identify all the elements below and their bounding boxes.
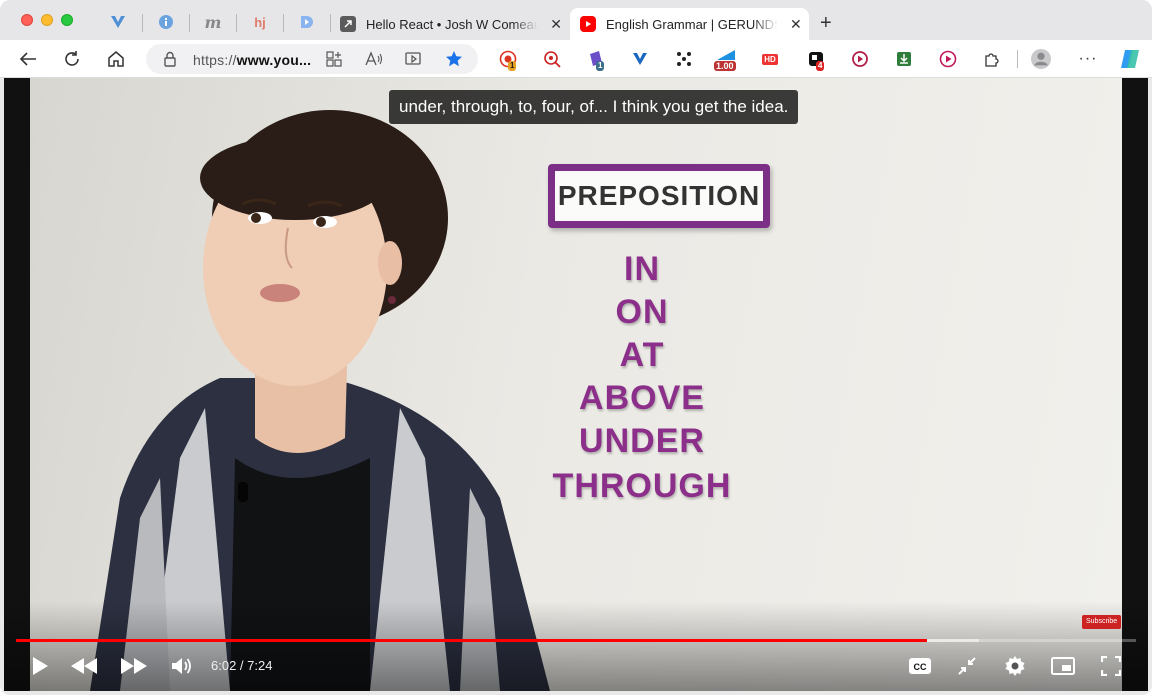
browser-toolbar: https://www.you... 1 1 1.00 HD 4 ··· [0, 40, 1152, 78]
lock-icon[interactable] [160, 49, 180, 69]
reload-icon[interactable] [62, 49, 82, 69]
immersive-reader-icon[interactable] [404, 49, 424, 69]
tab-separator [189, 14, 190, 32]
extension-hd-icon[interactable]: HD [760, 49, 780, 69]
close-window-button[interactable] [21, 14, 33, 26]
playback-speed-badge: 1.00 [714, 61, 736, 71]
new-tab-button[interactable]: + [820, 12, 832, 35]
tab-separator [330, 14, 331, 32]
extension-puzzle-purple-icon[interactable]: 1 [586, 49, 606, 71]
minimize-window-button[interactable] [41, 14, 53, 26]
tab-title: English Grammar | GERUNDS in English [606, 16, 778, 32]
rewind-button[interactable] [68, 654, 100, 678]
url-host: www.you... [236, 52, 312, 68]
hd-label: HD [762, 53, 778, 65]
tab-strip: m hj Hello React • Josh W Comeau ✕ Engli… [0, 0, 1152, 40]
progress-bar[interactable] [16, 639, 1136, 642]
pinned-tab-hj-icon[interactable]: hj [250, 12, 270, 32]
browser-window: m hj Hello React • Josh W Comeau ✕ Engli… [0, 0, 1152, 695]
copilot-icon[interactable] [1118, 49, 1142, 69]
settings-gear-icon[interactable] [1003, 654, 1027, 678]
pinned-tab-vuetify-icon[interactable] [108, 12, 128, 32]
play-button[interactable] [28, 654, 52, 678]
tab-separator [142, 14, 143, 32]
tab-title: Hello React • Josh W Comeau [366, 16, 539, 32]
picture-in-picture-icon[interactable] [1050, 654, 1076, 678]
tab-separator [236, 14, 237, 32]
external-link-icon [340, 16, 356, 32]
svg-text:CC: CC [914, 662, 927, 672]
toolbar-separator [1017, 50, 1018, 68]
preposition-word: THROUGH [552, 467, 732, 505]
preposition-word: ABOVE [579, 379, 705, 417]
back-arrow-icon[interactable] [18, 49, 38, 69]
progress-played [16, 639, 927, 642]
video-caption: under, through, to, four, of... I think … [389, 90, 799, 124]
url-scheme: https:// [193, 52, 237, 68]
preposition-word: AT [619, 336, 665, 374]
close-tab-icon[interactable]: ✕ [790, 16, 802, 33]
extension-badge: 1 [508, 61, 517, 71]
pinned-tab-info-icon[interactable] [156, 12, 176, 32]
extension-record-icon[interactable]: 1 [498, 49, 518, 71]
address-bar[interactable]: https://www.you... [146, 44, 478, 74]
youtube-icon [580, 16, 596, 32]
profile-avatar-icon[interactable] [1031, 49, 1051, 69]
subscribe-label: Subscribe [1086, 618, 1118, 625]
fast-forward-button[interactable] [118, 654, 150, 678]
preposition-word: ON [615, 293, 669, 331]
extension-play-circle-icon[interactable] [938, 49, 958, 69]
video-player[interactable]: under, through, to, four, of... I think … [4, 78, 1148, 691]
preposition-title-box: PREPOSITION [548, 164, 770, 228]
close-tab-icon[interactable]: ✕ [550, 16, 562, 33]
closed-captions-icon[interactable]: CC [907, 654, 933, 678]
extension-badge: 1 [596, 61, 605, 71]
preposition-title: PREPOSITION [557, 180, 761, 211]
maximize-window-button[interactable] [61, 14, 73, 26]
pinned-tab-d-icon[interactable] [297, 12, 317, 32]
video-frame[interactable]: under, through, to, four, of... I think … [30, 78, 1122, 691]
favorite-star-icon[interactable] [444, 49, 464, 69]
tab-separator [283, 14, 284, 32]
extension-download-icon[interactable] [894, 49, 914, 69]
preposition-word: IN [624, 250, 660, 288]
extension-scatter-icon[interactable] [674, 49, 694, 69]
extension-playback-speed-icon[interactable]: 1.00 [712, 49, 740, 71]
extension-video-icon[interactable] [850, 49, 870, 69]
time-display: 6:02 / 7:24 [211, 658, 273, 673]
extension-vuetify-icon[interactable] [630, 49, 650, 69]
tab-english-grammar[interactable]: English Grammar | GERUNDS in English ✕ [570, 8, 809, 40]
home-icon[interactable] [106, 49, 126, 69]
read-aloud-icon[interactable] [364, 49, 384, 69]
miniplayer-collapse-icon[interactable] [955, 654, 979, 678]
extension-badge: 4 [816, 61, 825, 71]
extensions-puzzle-icon[interactable] [982, 49, 1002, 69]
preposition-word: UNDER [579, 422, 705, 460]
fullscreen-icon[interactable] [1099, 654, 1123, 678]
url-text[interactable]: https://www.you... [193, 52, 311, 68]
pinned-tab-m-icon[interactable]: m [203, 12, 223, 32]
extension-dark-icon[interactable]: 4 [806, 49, 826, 71]
volume-icon[interactable] [170, 654, 194, 678]
apps-icon[interactable] [324, 49, 344, 69]
subscribe-watermark[interactable]: Subscribe [1082, 615, 1122, 629]
tab-hello-react[interactable]: Hello React • Josh W Comeau ✕ [340, 8, 562, 40]
extension-search-icon[interactable] [542, 49, 562, 69]
more-menu-icon[interactable]: ··· [1078, 49, 1098, 69]
